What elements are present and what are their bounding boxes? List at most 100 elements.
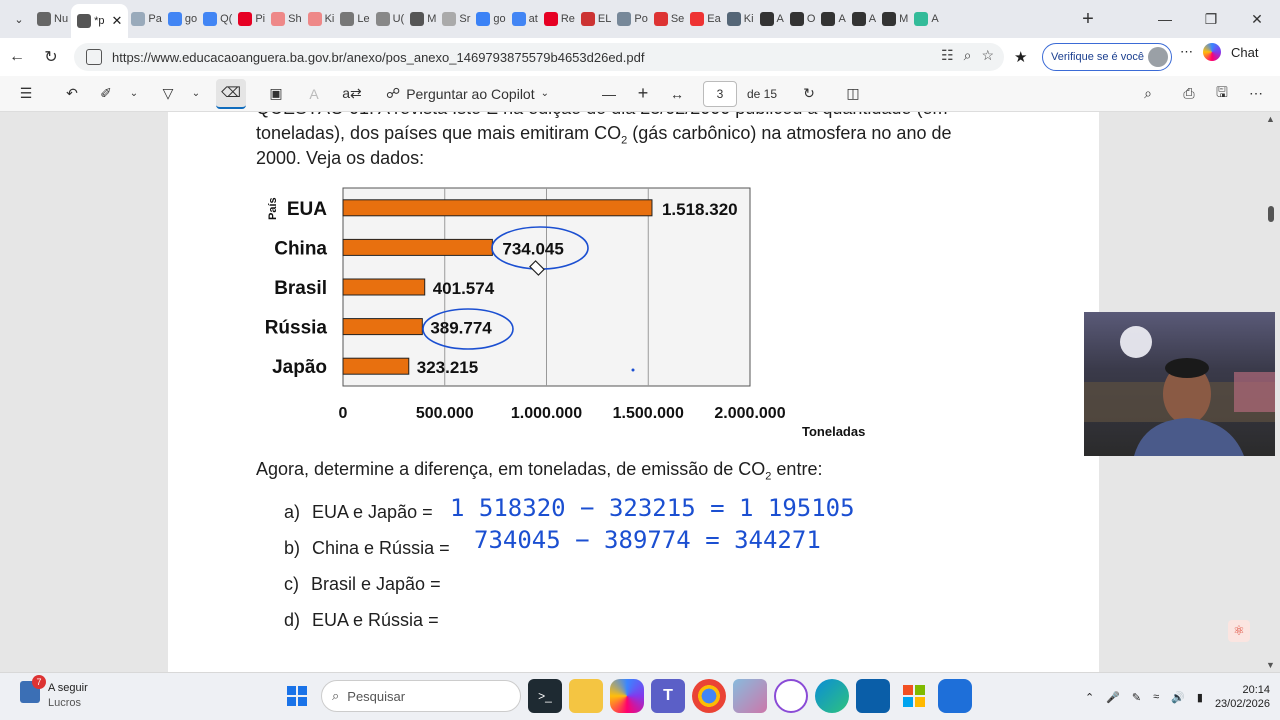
more-menu-icon[interactable]: ⋯ <box>1180 44 1193 60</box>
contents-icon[interactable]: ☰ <box>12 79 40 109</box>
verify-profile-button[interactable]: Verifique se é você <box>1042 43 1172 71</box>
rotate-icon[interactable]: ↻ <box>795 79 823 109</box>
verify-label: Verifique se é você <box>1051 51 1144 63</box>
office-icon[interactable] <box>897 679 931 713</box>
taskbar-search[interactable]: ⌕ Pesquisar <box>321 680 521 712</box>
clock[interactable]: 20:14 23/02/2026 <box>1215 683 1270 711</box>
browser-tab[interactable]: A <box>911 4 941 34</box>
address-bar[interactable]: https://www.educacaoanguera.ba.gov.br/an… <box>74 43 1004 71</box>
highlight-icon[interactable]: ▽ <box>154 79 182 109</box>
copilot-app-icon[interactable] <box>610 679 644 713</box>
acrobat-icon[interactable]: ⚛ <box>1228 620 1250 642</box>
browser-tab[interactable]: M <box>407 4 439 34</box>
browser-tab[interactable]: at <box>509 4 541 34</box>
zoom-out-icon[interactable]: — <box>595 79 623 109</box>
media-icon[interactable] <box>774 679 808 713</box>
site-info-icon[interactable] <box>86 49 102 65</box>
browser-tab[interactable]: A <box>849 4 879 34</box>
browser-tab[interactable]: Ki <box>305 4 338 34</box>
tab-favicon-icon <box>821 12 836 26</box>
refresh-icon[interactable]: ↻ <box>34 42 68 72</box>
tray-chevron-icon[interactable]: ⌃ <box>1085 691 1094 704</box>
clock-date: 23/02/2026 <box>1214 698 1270 710</box>
chrome-icon[interactable] <box>692 679 726 713</box>
battery-icon[interactable]: ▮ <box>1197 691 1203 704</box>
search-icon[interactable]: ⌕ <box>1134 79 1162 109</box>
zoom-icon[interactable]: ⌕ <box>964 47 972 64</box>
translate-icon[interactable]: ☷ <box>941 47 954 64</box>
ask-copilot-button[interactable]: ☍ Perguntar ao Copilot ⌄ <box>380 79 555 109</box>
scrollbar-thumb[interactable] <box>1268 206 1274 222</box>
weather-title: A seguir <box>48 682 88 694</box>
browser-tab[interactable]: A <box>757 4 787 34</box>
edge-icon[interactable] <box>815 679 849 713</box>
browser-tab[interactable]: U( <box>373 4 408 34</box>
browser-tab[interactable]: go <box>165 4 200 34</box>
teams-icon[interactable]: T <box>651 679 685 713</box>
read-aloud-icon[interactable]: A <box>300 79 328 109</box>
tab-label: Ea <box>707 13 721 25</box>
browser-tab[interactable]: Nu <box>34 4 71 34</box>
new-tab-button[interactable]: + <box>1074 8 1102 31</box>
browser-tab[interactable]: Re <box>541 4 578 34</box>
favorite-star-icon[interactable]: ☆ <box>981 47 994 64</box>
draw-options-chevron-icon[interactable]: ⌄ <box>120 79 148 109</box>
wifi-icon[interactable]: ≈ <box>1153 691 1159 703</box>
tab-label: Nu <box>54 13 69 25</box>
browser-tab[interactable]: Pi <box>235 4 268 34</box>
eraser-icon[interactable]: ⌫ <box>216 78 246 109</box>
store-icon[interactable] <box>856 679 890 713</box>
save-icon[interactable]: 🖫 <box>1208 79 1236 109</box>
weather-widget[interactable]: 7 A seguir Lucros <box>20 675 88 711</box>
browser-tab[interactable]: O <box>787 4 819 34</box>
browser-tab[interactable]: go <box>473 4 508 34</box>
maximize-icon[interactable]: ❐ <box>1188 0 1234 38</box>
browser-tab[interactable]: A <box>818 4 848 34</box>
tab-list-button[interactable]: ⌄ <box>4 5 34 33</box>
minimize-icon[interactable]: — <box>1142 0 1188 38</box>
pdf-toolbar: ☰ ↶ ✐ ⌄ ▽ ⌄ ⌫ ▣ A a⇄ ☍ Perguntar ao Copi… <box>0 76 1280 112</box>
browser-tab[interactable]: *p ✕ <box>71 4 129 38</box>
tab-label: Sr <box>459 13 471 25</box>
translate-text-icon[interactable]: a⇄ <box>338 79 366 109</box>
browser-tab[interactable]: EL <box>578 4 614 34</box>
pdf-more-icon[interactable]: ⋯ <box>1242 79 1270 109</box>
browser-tab[interactable]: Le <box>337 4 372 34</box>
browser-tab[interactable]: Ea <box>687 4 723 34</box>
print-icon[interactable]: ⎙ <box>1175 79 1203 109</box>
browser-tab[interactable]: Sh <box>268 4 304 34</box>
chat-label[interactable]: Chat <box>1231 45 1258 60</box>
terminal-icon[interactable]: >_ <box>528 679 562 713</box>
microphone-icon[interactable]: 🎤 <box>1106 691 1120 704</box>
browser-tab[interactable]: Po <box>614 4 650 34</box>
tab-strip: ⌄ Nu *p ✕ Pa go Q(Pi Sh Ki Le U(M Sr go at Re EL Po Se Ea… <box>0 0 1280 38</box>
browser-tab[interactable]: M <box>879 4 911 34</box>
close-icon[interactable]: ✕ <box>1234 0 1280 38</box>
browser-tab[interactable]: Q( <box>200 4 235 34</box>
tab-label: M <box>899 13 909 25</box>
page-number-input[interactable]: 3 <box>703 80 737 107</box>
windows-start-icon[interactable] <box>280 679 314 713</box>
pen-icon[interactable]: ✎ <box>1132 691 1141 704</box>
favorites-icon[interactable]: ★ <box>1014 48 1027 66</box>
file-explorer-icon[interactable] <box>569 679 603 713</box>
volume-icon[interactable]: 🔊 <box>1171 691 1185 704</box>
copilot-icon[interactable] <box>1203 43 1221 61</box>
close-tab-icon[interactable]: ✕ <box>111 13 122 29</box>
browser-tab[interactable]: Pa <box>128 4 164 34</box>
tab-favicon-icon <box>789 12 804 26</box>
browser-tab[interactable]: Ki <box>724 4 757 34</box>
snipping-tool-icon[interactable] <box>938 679 972 713</box>
page-view-icon[interactable]: ◫ <box>839 79 867 109</box>
fit-width-icon[interactable]: ↔ <box>663 79 691 109</box>
browser-tab[interactable]: Sr <box>439 4 473 34</box>
browser-tab[interactable]: Se <box>651 4 687 34</box>
draw-icon[interactable]: ✐ <box>92 79 120 109</box>
tab-label: Le <box>357 13 370 25</box>
undo-icon[interactable]: ↶ <box>58 79 86 109</box>
highlight-options-chevron-icon[interactable]: ⌄ <box>182 79 210 109</box>
back-icon[interactable]: ← <box>0 42 34 72</box>
text-box-icon[interactable]: ▣ <box>262 79 290 109</box>
m365-icon[interactable] <box>733 679 767 713</box>
zoom-in-icon[interactable]: + <box>629 79 657 109</box>
